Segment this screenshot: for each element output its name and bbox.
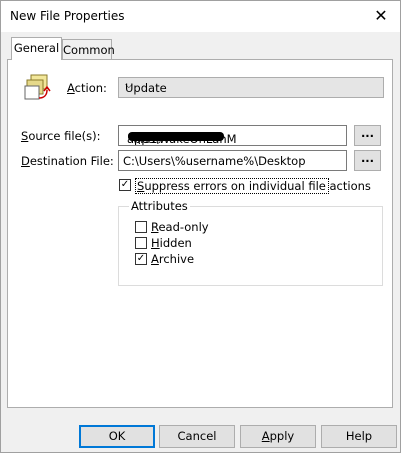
destination-label: Destination File:: [21, 154, 114, 168]
destination-value: C:\Users\%username%\Desktop: [123, 154, 306, 168]
chevron-down-icon: ⌵: [125, 80, 133, 91]
hidden-label[interactable]: Hidden: [151, 236, 192, 250]
cancel-button[interactable]: Cancel: [159, 425, 235, 448]
archive-checkbox[interactable]: ✓: [135, 253, 147, 265]
suppress-label[interactable]: Suppress errors on individual file actio…: [137, 179, 371, 193]
tab-common[interactable]: Common: [62, 39, 115, 59]
help-button[interactable]: Help: [321, 425, 397, 448]
ok-button[interactable]: OK: [79, 425, 155, 448]
destination-browse-button[interactable]: ...: [354, 150, 381, 171]
close-icon[interactable]: ✕: [368, 4, 394, 28]
apply-button[interactable]: Apply: [240, 425, 316, 448]
title-bar: New File Properties ✕: [1, 1, 400, 32]
readonly-checkbox[interactable]: [135, 221, 147, 233]
source-field[interactable]: "\\fs1.apps\WakeOnLanM: [118, 125, 347, 146]
window-title: New File Properties: [10, 9, 125, 23]
destination-field[interactable]: C:\Users\%username%\Desktop: [118, 150, 347, 171]
archive-label[interactable]: Archive: [151, 252, 194, 266]
hidden-checkbox[interactable]: [135, 237, 147, 249]
source-label: Source file(s):: [21, 129, 101, 143]
suppress-checkbox[interactable]: ✓: [119, 179, 131, 191]
file-copy-icon: [24, 74, 51, 100]
attributes-title: Attributes: [129, 199, 190, 213]
readonly-label[interactable]: Read-only: [151, 220, 209, 234]
action-dropdown[interactable]: Update ⌵: [118, 77, 384, 98]
tab-general[interactable]: General: [11, 37, 62, 60]
action-label: Action:: [67, 81, 107, 95]
source-browse-button[interactable]: ...: [354, 125, 381, 146]
